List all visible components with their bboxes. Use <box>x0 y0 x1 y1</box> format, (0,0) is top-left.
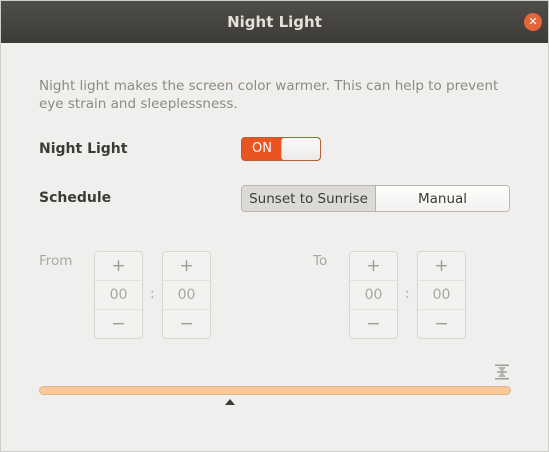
night-light-label: Night Light <box>39 141 128 157</box>
slider-position-marker[interactable] <box>225 399 236 405</box>
color-temperature-icon <box>495 364 509 380</box>
night-light-switch[interactable]: ON <box>241 137 321 161</box>
from-minutes-decrement-button[interactable]: − <box>163 309 210 338</box>
to-minutes-value[interactable]: 00 <box>418 281 465 309</box>
to-label: To <box>313 253 328 269</box>
to-time-separator: : <box>405 286 410 302</box>
from-hours-value[interactable]: 00 <box>95 281 142 309</box>
to-minutes-decrement-button[interactable]: − <box>418 309 465 338</box>
close-button[interactable]: ✕ <box>524 13 542 31</box>
from-minutes-spinner: + 00 − <box>162 251 211 339</box>
from-time-separator: : <box>150 286 155 302</box>
to-minutes-increment-button[interactable]: + <box>418 252 465 281</box>
close-icon: ✕ <box>528 15 538 28</box>
night-light-dialog: Night Light ✕ Night light makes the scre… <box>0 0 549 452</box>
from-hours-decrement-button[interactable]: − <box>95 309 142 338</box>
window-title: Night Light <box>227 13 322 31</box>
title-bar: Night Light ✕ <box>1 1 548 43</box>
switch-state-text: ON <box>252 141 272 156</box>
to-hours-decrement-button[interactable]: − <box>350 309 397 338</box>
switch-knob[interactable] <box>281 138 320 160</box>
to-hours-spinner: + 00 − <box>349 251 398 339</box>
schedule-selector: Sunset to Sunrise Manual <box>241 185 510 212</box>
to-hours-value[interactable]: 00 <box>350 281 397 309</box>
schedule-label: Schedule <box>39 190 112 206</box>
color-temperature-slider[interactable] <box>39 386 511 395</box>
to-minutes-spinner: + 00 − <box>417 251 466 339</box>
from-label: From <box>39 253 73 269</box>
description-text: Night light makes the screen color warme… <box>39 78 499 112</box>
from-minutes-value[interactable]: 00 <box>163 281 210 309</box>
from-minutes-increment-button[interactable]: + <box>163 252 210 281</box>
schedule-option-manual[interactable]: Manual <box>376 186 509 211</box>
schedule-option-sunset-to-sunrise[interactable]: Sunset to Sunrise <box>242 186 376 211</box>
from-hours-spinner: + 00 − <box>94 251 143 339</box>
to-hours-increment-button[interactable]: + <box>350 252 397 281</box>
from-hours-increment-button[interactable]: + <box>95 252 142 281</box>
